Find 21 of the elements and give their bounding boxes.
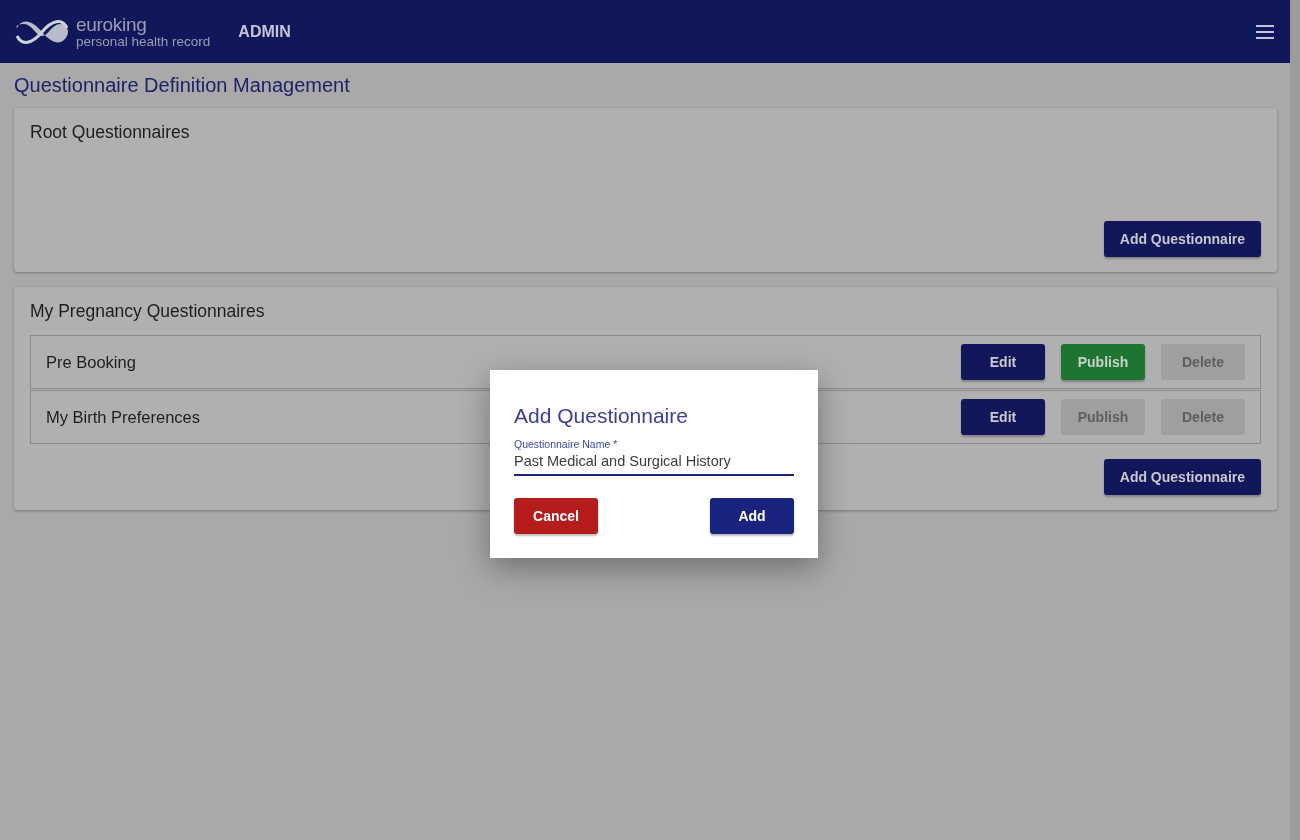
- brand-tagline: personal health record: [76, 34, 211, 49]
- logo-icon: [14, 17, 70, 46]
- field-label: Questionnaire Name *: [514, 438, 619, 450]
- add-questionnaire-button[interactable]: Add Questionnaire: [1103, 221, 1261, 257]
- scrollbar[interactable]: [1290, 0, 1300, 840]
- card-title: My Pregnancy Questionnaires: [30, 301, 266, 322]
- edit-button[interactable]: Edit: [961, 344, 1045, 380]
- section-title: ADMIN: [238, 22, 291, 41]
- cancel-button[interactable]: Cancel: [514, 498, 598, 534]
- publish-button[interactable]: Publish: [1061, 344, 1145, 380]
- menu-icon[interactable]: [1256, 24, 1274, 39]
- questionnaire-name: Pre Booking: [46, 352, 136, 372]
- questionnaire-name: My Birth Preferences: [46, 407, 201, 427]
- questionnaire-name-field[interactable]: Past Medical and Surgical History: [514, 453, 794, 476]
- page-title: Questionnaire Definition Management: [13, 73, 351, 98]
- card-title: Root Questionnaires: [30, 122, 191, 143]
- brand-name: euroking: [76, 14, 148, 34]
- add-button[interactable]: Add: [710, 498, 794, 534]
- add-questionnaire-button[interactable]: Add Questionnaire: [1103, 459, 1261, 495]
- dialog-title: Add Questionnaire: [514, 404, 689, 428]
- edit-button[interactable]: Edit: [961, 399, 1045, 435]
